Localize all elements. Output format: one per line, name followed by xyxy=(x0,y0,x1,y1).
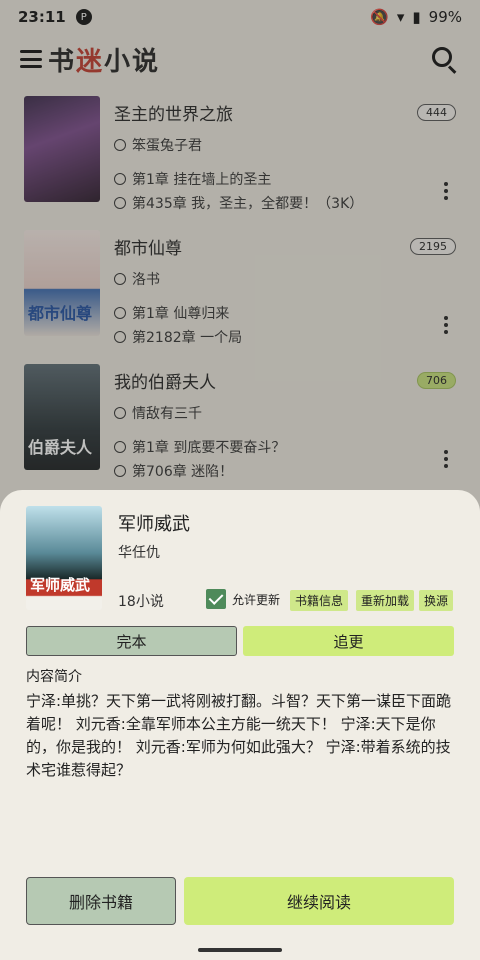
book-info-button[interactable]: 书籍信息 xyxy=(290,590,349,611)
follow-updates-button[interactable]: 追更 xyxy=(243,626,454,656)
sheet-book-title: 军师威武 xyxy=(118,514,190,535)
change-source-button[interactable]: 换源 xyxy=(419,590,454,611)
intro-text: 宁泽:单挑？天下第一武将刚被打翻。斗智？天下第一谋臣下面跪着呢！ 刘元香:全靠军… xyxy=(26,692,452,779)
allow-update-checkbox[interactable] xyxy=(206,589,226,609)
allow-update-label: 允许更新 xyxy=(232,592,281,607)
sheet-book-author: 华任仇 xyxy=(118,545,160,561)
intro-heading: 内容简介 xyxy=(26,669,82,685)
sheet-book-cover: 军师威武 xyxy=(26,506,102,610)
home-indicator[interactable] xyxy=(198,948,282,952)
book-detail-sheet: 军师威武 军师威武 华任仇 18小说 允许更新 书籍信息 重新加载 换源 完本 … xyxy=(0,490,480,960)
reload-button[interactable]: 重新加载 xyxy=(356,590,415,611)
sheet-book-source: 18小说 xyxy=(118,594,164,610)
remove-book-button[interactable]: 删除书籍 xyxy=(26,877,176,925)
continue-reading-button[interactable]: 继续阅读 xyxy=(184,877,454,925)
finished-tab-button[interactable]: 完本 xyxy=(26,626,237,656)
allow-update-toggle[interactable]: 允许更新 xyxy=(206,589,280,609)
